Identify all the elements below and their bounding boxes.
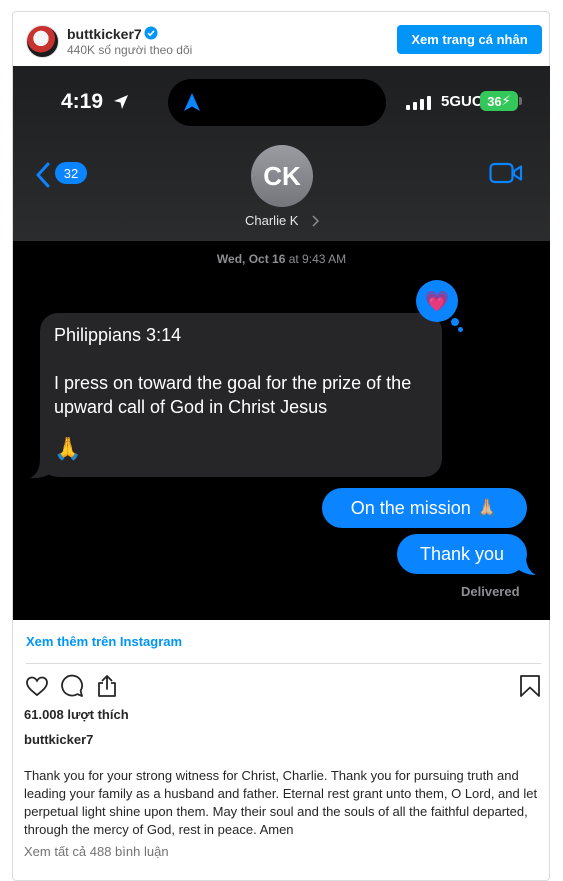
battery-indicator: 36 ⚡ [480, 91, 518, 111]
video-call-icon[interactable] [489, 162, 523, 184]
unread-count-badge[interactable]: 32 [55, 162, 87, 184]
message-line: I press on toward the goal for the prize… [54, 373, 412, 417]
network-type: 5GUC [441, 93, 483, 110]
divider [26, 663, 541, 664]
status-time: 4:19 [61, 90, 104, 113]
caption-username[interactable]: buttkicker7 [24, 732, 93, 747]
caption-text: Thank you for your strong witness for Ch… [24, 768, 538, 837]
contact-avatar[interactable]: CK [251, 145, 313, 207]
avatar[interactable] [26, 25, 59, 58]
heart-icon[interactable] [25, 674, 49, 698]
heart-icon: 💗 [424, 290, 450, 313]
navigation-arrow-icon [184, 93, 200, 111]
location-arrow-icon [114, 95, 128, 109]
chevron-right-icon [312, 215, 319, 227]
username[interactable]: buttkicker7 [67, 26, 142, 42]
incoming-message-bubble[interactable]: Philippians 3:14 I press on toward the g… [40, 313, 442, 477]
back-chevron-icon[interactable] [35, 162, 51, 188]
charging-bolt-icon: ⚡ [501, 93, 511, 108]
message-line: Philippians 3:14 [54, 325, 182, 345]
bookmark-icon[interactable] [518, 674, 542, 698]
contact-name[interactable]: Charlie K [245, 213, 298, 228]
outgoing-message-bubble[interactable]: Thank you [397, 534, 527, 574]
like-count[interactable]: 61.008 lượt thích [24, 707, 129, 722]
view-all-comments-link[interactable]: Xem tất cả 488 bình luận [24, 844, 169, 859]
post-image[interactable]: 4:19 5GUC 36 ⚡ 32 CK Charlie K Wed, Oct … [13, 66, 550, 620]
view-profile-button[interactable]: Xem trang cá nhân [397, 25, 542, 54]
comment-icon[interactable] [60, 674, 84, 698]
heart-tapback-reaction: 💗 [416, 280, 458, 322]
reaction-tail-dot [458, 327, 463, 332]
message-timestamp: Wed, Oct 16 at 9:43 AM [13, 252, 550, 266]
timestamp-day: Wed, Oct 16 [216, 252, 286, 266]
battery-tip [519, 97, 522, 105]
view-more-on-instagram-link[interactable]: Xem thêm trên Instagram [26, 634, 182, 649]
timestamp-time: at 9:43 AM [288, 252, 347, 266]
battery-level: 36 [487, 93, 502, 109]
reaction-tail-dot [451, 318, 459, 326]
cellular-signal-icon [406, 96, 431, 110]
delivered-status: Delivered [461, 584, 520, 599]
praying-hands-emoji: 🙏 [54, 436, 82, 461]
share-icon[interactable] [95, 674, 119, 698]
outgoing-message-bubble[interactable]: On the mission 🙏🏼 [322, 488, 527, 528]
instagram-embed-card: buttkicker7 440K số người theo dõi Xem t… [12, 11, 550, 881]
follower-count: 440K số người theo dõi [67, 43, 193, 57]
verified-badge-icon [144, 26, 158, 40]
